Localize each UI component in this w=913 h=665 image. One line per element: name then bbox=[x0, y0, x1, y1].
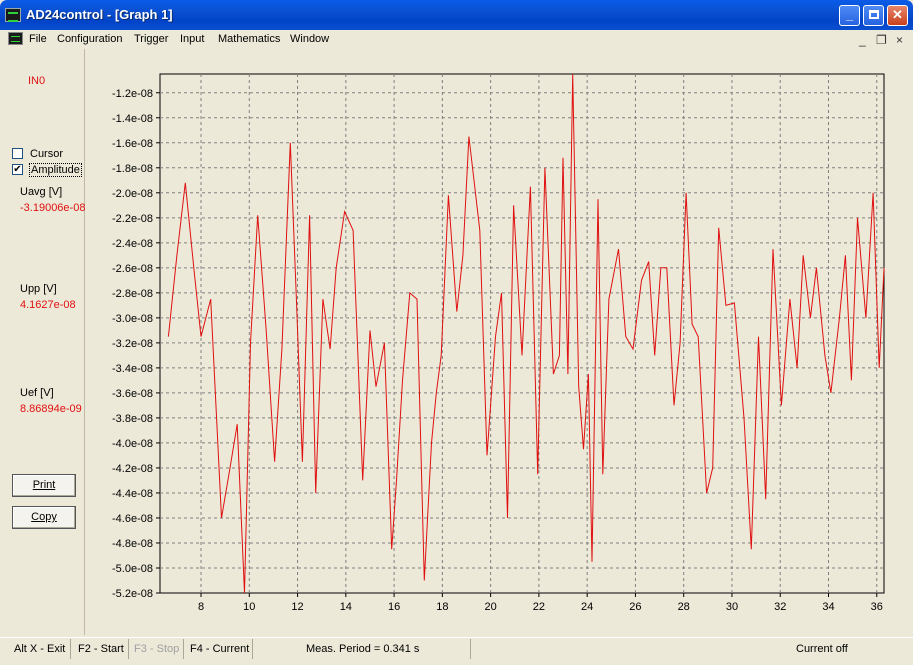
channel-label: IN0 bbox=[28, 75, 46, 87]
y-tick-label: -2.6e-08 bbox=[112, 263, 153, 275]
y-axis: -1.2e-08 -1.4e-08 -1.6e-08 -1.8e-08 -2.0e-08… bbox=[112, 88, 160, 600]
x-tick-label: 16 bbox=[388, 601, 400, 613]
waveform-series bbox=[167, 73, 885, 594]
copy-label: Copy bbox=[31, 511, 57, 523]
menu-trigger[interactable]: Trigger bbox=[134, 33, 168, 45]
x-tick-label: 32 bbox=[774, 601, 786, 613]
print-button[interactable]: Print bbox=[12, 474, 76, 497]
measurement-panel bbox=[0, 49, 85, 635]
app-icon[interactable] bbox=[5, 8, 21, 22]
y-tick-label: -2.2e-08 bbox=[112, 213, 153, 225]
title-bar: AD24control - [Graph 1] _ ✕ bbox=[0, 0, 913, 30]
x-tick-label: 12 bbox=[291, 601, 303, 613]
upp-label: Upp [V] bbox=[20, 283, 57, 295]
y-tick-label: -3.4e-08 bbox=[112, 363, 153, 375]
current-state: Current off bbox=[796, 643, 848, 655]
x-tick-label: 28 bbox=[678, 601, 690, 613]
x-tick-label: 22 bbox=[533, 601, 545, 613]
checkmark-icon: ✔ bbox=[13, 164, 22, 175]
x-tick-label: 24 bbox=[581, 601, 593, 613]
close-button[interactable]: ✕ bbox=[887, 5, 908, 26]
amplitude-label[interactable]: Amplitude bbox=[29, 163, 82, 177]
y-tick-label: -1.6e-08 bbox=[112, 138, 153, 150]
menu-window[interactable]: Window bbox=[290, 33, 329, 45]
uavg-value: -3.19006e-08 bbox=[20, 202, 86, 214]
start-shortcut: F2 - Start bbox=[78, 643, 124, 655]
y-tick-label: -2.4e-08 bbox=[112, 238, 153, 250]
uef-label: Uef [V] bbox=[20, 387, 54, 399]
y-tick-label: -5.0e-08 bbox=[112, 563, 153, 575]
uavg-label: Uavg [V] bbox=[20, 186, 63, 198]
menu-mathematics[interactable]: Mathematics bbox=[218, 33, 280, 45]
y-tick-label: -4.6e-08 bbox=[112, 513, 153, 525]
measurement-period: Meas. Period = 0.341 s bbox=[306, 643, 420, 655]
upp-value: 4.1627e-08 bbox=[20, 299, 76, 311]
cursor-label[interactable]: Cursor bbox=[30, 148, 63, 160]
status-separator bbox=[183, 639, 184, 659]
x-tick-label: 10 bbox=[243, 601, 255, 613]
menu-file[interactable]: File bbox=[29, 33, 47, 45]
y-tick-label: -3.2e-08 bbox=[112, 338, 153, 350]
y-tick-label: -5.2e-08 bbox=[112, 588, 153, 600]
x-tick-label: 26 bbox=[629, 601, 641, 613]
print-label: Print bbox=[32, 479, 56, 491]
exit-shortcut: Alt X - Exit bbox=[14, 643, 66, 655]
minimize-button[interactable]: _ bbox=[839, 5, 860, 26]
x-tick-label: 14 bbox=[340, 601, 352, 613]
maximize-button[interactable] bbox=[863, 5, 884, 26]
x-tick-label: 36 bbox=[871, 601, 883, 613]
maximize-icon bbox=[868, 10, 879, 19]
stop-shortcut: F3 - Stop bbox=[134, 643, 180, 655]
y-tick-label: -4.2e-08 bbox=[112, 463, 153, 475]
status-separator bbox=[128, 639, 129, 659]
document-icon[interactable] bbox=[8, 32, 23, 45]
y-tick-label: -3.8e-08 bbox=[112, 413, 153, 425]
x-axis: 8 10 12 14 16 18 20 22 24 26 28 30 32 34 36 bbox=[198, 593, 883, 613]
y-tick-label: -1.8e-08 bbox=[112, 163, 153, 175]
status-separator bbox=[70, 639, 71, 659]
y-tick-label: -2.8e-08 bbox=[112, 288, 153, 300]
trace-line bbox=[167, 73, 885, 594]
window-title: AD24control - [Graph 1] bbox=[26, 7, 173, 22]
y-tick-label: -4.0e-08 bbox=[112, 438, 153, 450]
grid-lines bbox=[160, 74, 884, 593]
y-tick-label: -4.4e-08 bbox=[112, 488, 153, 500]
mdi-minimize-button[interactable]: _ bbox=[859, 33, 866, 47]
menu-input[interactable]: Input bbox=[180, 33, 204, 45]
y-tick-label: -3.0e-08 bbox=[112, 313, 153, 325]
menu-configuration[interactable]: Configuration bbox=[57, 33, 122, 45]
mdi-restore-button[interactable]: ❐ bbox=[876, 33, 887, 47]
y-tick-label: -2.0e-08 bbox=[112, 188, 153, 200]
amplitude-checkbox[interactable]: ✔ bbox=[12, 164, 23, 175]
current-shortcut: F4 - Current bbox=[190, 643, 250, 655]
status-separator bbox=[470, 639, 471, 659]
y-tick-label: -1.2e-08 bbox=[112, 88, 153, 100]
x-tick-label: 18 bbox=[436, 601, 448, 613]
cursor-checkbox[interactable] bbox=[12, 148, 23, 159]
status-separator bbox=[252, 639, 253, 659]
x-tick-label: 20 bbox=[485, 601, 497, 613]
x-tick-label: 30 bbox=[726, 601, 738, 613]
copy-button[interactable]: Copy bbox=[12, 506, 76, 529]
mdi-close-button[interactable]: × bbox=[896, 33, 903, 47]
y-tick-label: -4.8e-08 bbox=[112, 538, 153, 550]
y-tick-label: -1.4e-08 bbox=[112, 113, 153, 125]
y-tick-label: -3.6e-08 bbox=[112, 388, 153, 400]
plot-area bbox=[159, 73, 885, 594]
x-tick-label: 34 bbox=[822, 601, 834, 613]
uef-value: 8.86894e-09 bbox=[20, 403, 82, 415]
waveform-chart: -1.2e-08 -1.4e-08 -1.6e-08 -1.8e-08 -2.0e-08… bbox=[112, 73, 885, 613]
x-tick-label: 8 bbox=[198, 601, 204, 613]
